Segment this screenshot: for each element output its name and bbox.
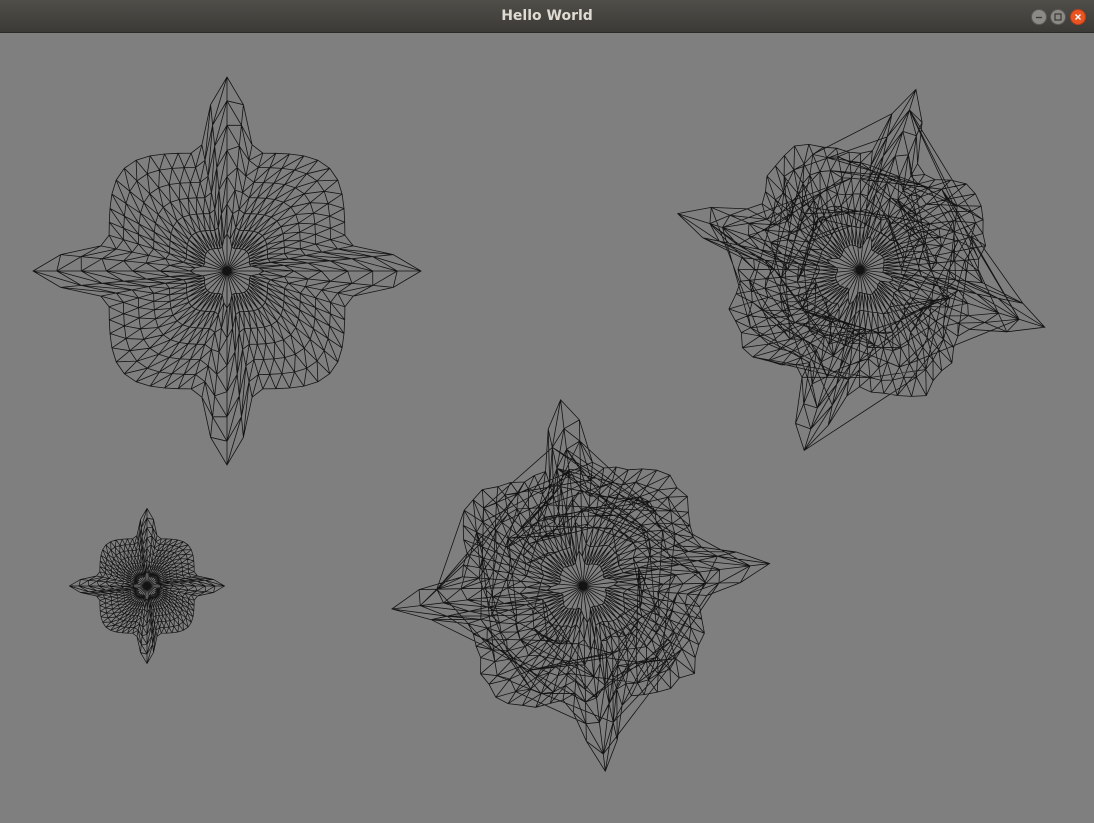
blob-tilted-top-right <box>676 88 1046 452</box>
maximize-button[interactable] <box>1050 9 1066 25</box>
wireframe-scene <box>32 76 1046 773</box>
blob-large-top-left <box>32 76 422 466</box>
title-bar[interactable]: Hello World <box>0 0 1094 33</box>
application-window: Hello World <box>0 0 1094 823</box>
close-button[interactable] <box>1070 9 1086 25</box>
blob-tilted-bottom-center <box>390 399 771 773</box>
blob-small-bottom-left-wire <box>68 507 226 665</box>
window-title: Hello World <box>501 8 593 24</box>
close-icon <box>1075 14 1081 20</box>
maximize-icon <box>1054 13 1062 21</box>
blob-tilted-bottom-center-wire <box>390 399 771 773</box>
minimize-button[interactable] <box>1031 9 1047 25</box>
minimize-icon <box>1036 16 1042 19</box>
render-canvas[interactable] <box>0 33 1094 823</box>
blob-small-bottom-left <box>68 507 226 665</box>
blob-tilted-top-right-wire <box>676 88 1046 452</box>
blob-large-top-left-wire <box>32 76 422 466</box>
